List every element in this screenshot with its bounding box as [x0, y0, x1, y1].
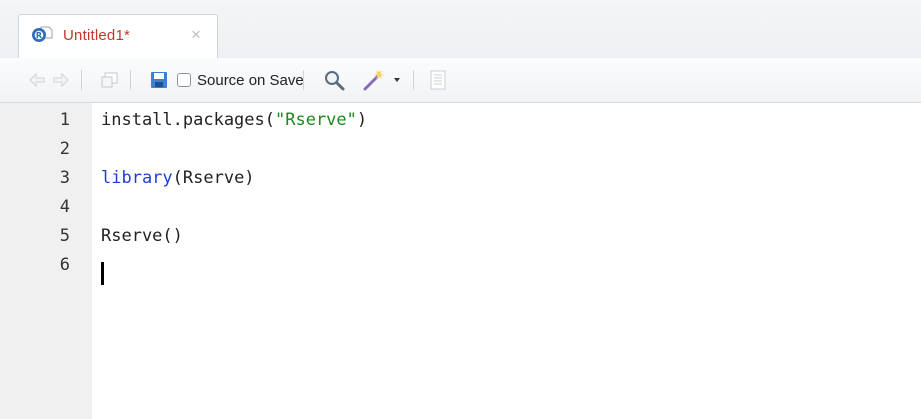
editor-tab-bar: R Untitled1* ×: [0, 0, 921, 59]
editor-toolbar: Source on Save: [0, 58, 921, 103]
code-call: Rserve(): [101, 226, 183, 246]
tab-title: Untitled1*: [63, 27, 131, 44]
code-line-3[interactable]: library(Rserve): [101, 168, 255, 188]
code-line-1[interactable]: install.packages("Rserve"): [101, 110, 367, 130]
arrow-left-icon: [29, 72, 45, 88]
line-number: 6: [59, 255, 70, 275]
toolbar-divider: [303, 70, 304, 90]
forward-button[interactable]: [52, 58, 70, 102]
magic-wand-icon: [363, 69, 384, 91]
code-string: "Rserve": [275, 110, 357, 130]
r-document-icon: R: [32, 26, 53, 42]
source-on-save-checkbox[interactable]: Source on Save: [177, 58, 304, 102]
tab-untitled1[interactable]: R Untitled1* ×: [18, 14, 218, 58]
save-icon: [151, 72, 167, 88]
line-number: 2: [59, 139, 70, 159]
line-number-gutter: 1 2 3 4 5 6: [0, 103, 92, 419]
line-number: 5: [59, 226, 70, 246]
find-replace-button[interactable]: [323, 58, 345, 102]
code-tools-menu-button[interactable]: [362, 58, 402, 102]
code-line-5[interactable]: Rserve(): [101, 226, 183, 246]
line-number: 3: [59, 168, 70, 188]
save-button[interactable]: [150, 58, 168, 102]
line-number: 1: [59, 110, 70, 130]
svg-text:R: R: [36, 31, 42, 40]
tab-close-icon[interactable]: ×: [191, 25, 201, 45]
code-paren: ): [356, 110, 368, 130]
toolbar-divider: [81, 70, 82, 90]
back-button[interactable]: [28, 58, 46, 102]
source-on-save-label: Source on Save: [197, 71, 304, 89]
document-outline-icon: [430, 70, 446, 90]
toolbar-divider: [130, 70, 131, 90]
arrow-right-icon: [53, 72, 69, 88]
source-on-save-checkbox-box[interactable]: [177, 73, 191, 87]
code-fn: install.packages(: [101, 110, 275, 130]
show-in-new-window-button[interactable]: [100, 58, 120, 102]
code-args: (Rserve): [172, 168, 255, 188]
text-cursor: [101, 262, 104, 285]
popout-icon: [101, 72, 118, 88]
code-keyword: library: [101, 168, 173, 188]
line-number: 4: [59, 197, 70, 217]
document-outline-button[interactable]: [430, 58, 446, 102]
chevron-down-icon: [394, 78, 400, 82]
toolbar-divider: [413, 70, 414, 90]
magnifier-icon: [325, 71, 345, 91]
